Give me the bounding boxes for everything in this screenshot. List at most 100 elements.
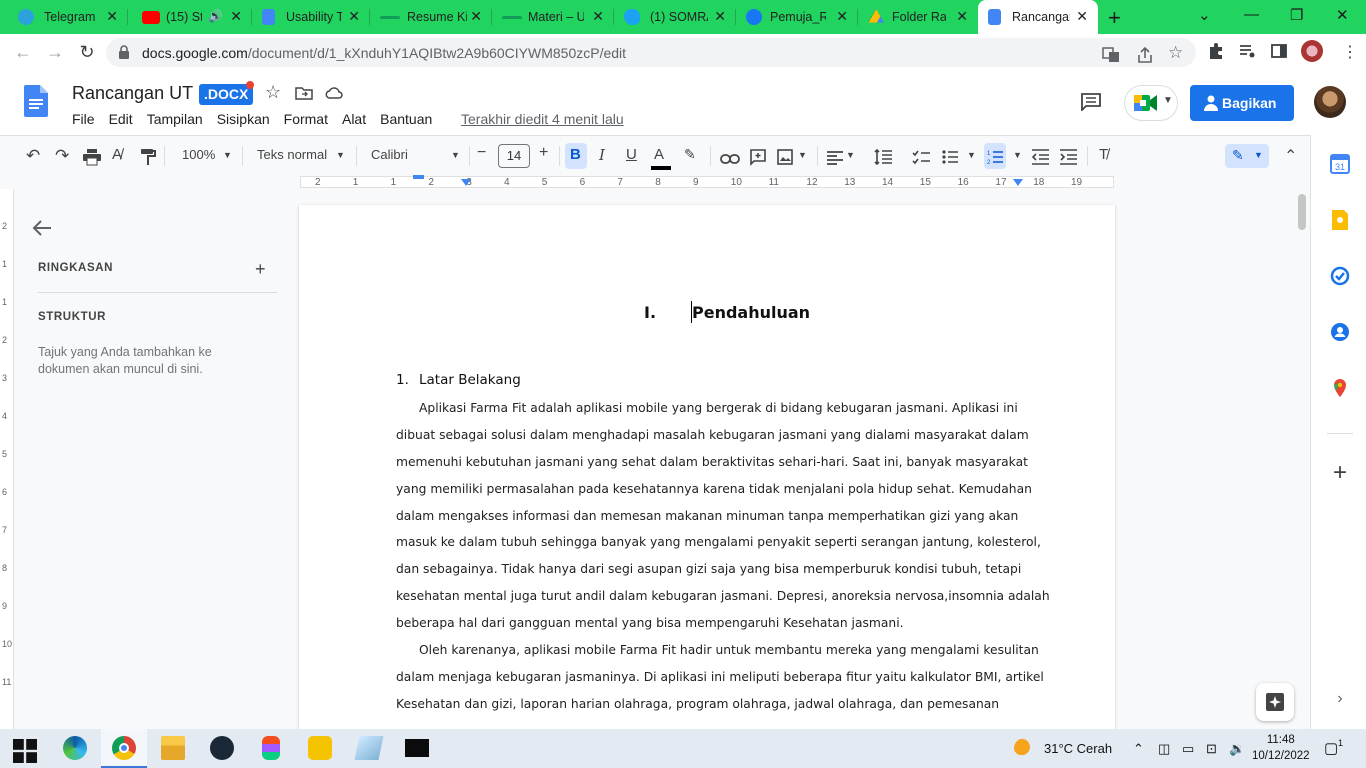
close-icon[interactable]: ✕ — [106, 8, 118, 25]
translate-icon[interactable] — [1102, 46, 1120, 64]
star-icon[interactable]: ☆ — [265, 82, 283, 102]
omnibox[interactable]: docs.google.com/document/d/1_kXnduhY1AQI… — [106, 38, 1196, 67]
document-page[interactable]: I. Pendahuluan 1. Latar Belakang Aplikas… — [299, 205, 1115, 729]
terminal-icon[interactable] — [405, 739, 429, 757]
tab-resume[interactable]: Resume Ki ✕ — [370, 0, 492, 34]
move-folder-icon[interactable] — [295, 84, 313, 102]
google-docs-logo-icon[interactable] — [24, 85, 48, 117]
chrome-icon[interactable] — [112, 736, 136, 760]
undo-icon[interactable]: ↶ — [26, 146, 40, 166]
menu-alat[interactable]: Alat — [342, 111, 366, 127]
chevron-down-icon[interactable]: ▼ — [451, 150, 460, 170]
tab-rancangan-active[interactable]: Rancangan ✕ — [978, 0, 1098, 34]
close-icon[interactable]: ✕ — [230, 8, 242, 25]
chevron-down-icon[interactable]: ▼ — [336, 150, 345, 170]
vertical-ruler[interactable]: 2 1 1 2 3 4 5 6 7 8 9 10 11 — [0, 189, 14, 729]
right-indent-marker[interactable] — [1013, 179, 1023, 186]
menu-tampilan[interactable]: Tampilan — [147, 111, 203, 127]
numbered-list-icon[interactable]: 12 — [987, 147, 1003, 167]
figma-icon[interactable] — [262, 736, 280, 760]
tab-facebook[interactable]: Pemuja_Ra ✕ — [736, 0, 858, 34]
notepad-icon[interactable] — [354, 736, 384, 760]
chevron-right-icon[interactable]: › — [1330, 690, 1350, 710]
profile-avatar[interactable] — [1301, 40, 1323, 62]
first-line-indent-marker[interactable] — [413, 175, 424, 179]
decrease-font-size-button[interactable]: − — [477, 144, 486, 164]
font-size-input[interactable]: 14 — [498, 144, 530, 168]
contacts-icon[interactable] — [1330, 322, 1350, 342]
body-paragraphs[interactable]: Aplikasi Farma Fit adalah aplikasi mobil… — [396, 395, 1050, 718]
horizontal-ruler[interactable]: 2 1 1 2 3 4 5 6 7 8 9 10 11 12 13 14 15 16 17 18 19 — [0, 175, 1310, 189]
print-icon[interactable] — [83, 147, 101, 167]
close-window-button[interactable]: ✕ — [1336, 6, 1349, 24]
windows-start-icon[interactable] — [13, 739, 37, 763]
tab-materi[interactable]: Materi – U ✕ — [492, 0, 614, 34]
chevron-down-icon[interactable]: ▼ — [798, 150, 807, 170]
link-icon[interactable] — [720, 149, 740, 169]
hide-menus-chevron-up-icon[interactable]: ⌃ — [1284, 146, 1297, 166]
explore-button[interactable] — [1256, 683, 1294, 721]
close-icon[interactable]: ✕ — [470, 8, 482, 25]
keep-icon[interactable] — [1330, 210, 1350, 230]
steam-icon[interactable] — [210, 736, 234, 760]
restore-button[interactable]: ❐ — [1290, 6, 1303, 24]
close-icon[interactable]: ✕ — [836, 8, 848, 25]
document-scrollbar-thumb[interactable] — [1298, 194, 1306, 230]
forward-arrow-icon[interactable]: → — [44, 41, 66, 63]
add-comment-icon[interactable] — [750, 147, 766, 167]
close-icon[interactable]: ✕ — [348, 8, 360, 25]
volume-icon[interactable]: 🔉 — [1229, 741, 1245, 757]
chevron-down-icon[interactable]: ▼ — [846, 150, 855, 170]
close-icon[interactable]: ✕ — [956, 8, 968, 25]
minimize-button[interactable]: — — [1244, 6, 1259, 23]
document-canvas[interactable]: I. Pendahuluan 1. Latar Belakang Aplikas… — [14, 189, 1310, 729]
spellcheck-icon[interactable]: A̸ — [112, 146, 122, 166]
audio-icon[interactable]: 🔊 — [208, 9, 223, 23]
menu-edit[interactable]: Edit — [109, 111, 133, 127]
paragraph-style-select[interactable]: Teks normal — [257, 147, 327, 167]
line-spacing-icon[interactable] — [874, 147, 892, 167]
extensions-puzzle-icon[interactable] — [1207, 42, 1225, 60]
edge-icon[interactable] — [63, 736, 87, 760]
underline-button[interactable]: U — [626, 146, 637, 166]
weather-text[interactable]: 31°C Cerah — [1044, 741, 1112, 756]
system-clock[interactable]: 11:48 10/12/2022 — [1252, 732, 1310, 764]
subheading-text[interactable]: Latar Belakang — [419, 372, 521, 388]
cloud-status-icon[interactable] — [325, 84, 343, 102]
increase-font-size-button[interactable]: + — [539, 144, 548, 164]
checklist-icon[interactable] — [912, 147, 930, 167]
font-family-select[interactable]: Calibri — [371, 147, 408, 167]
file-explorer-icon[interactable] — [161, 736, 185, 760]
menu-format[interactable]: Format — [284, 111, 328, 127]
bulleted-list-icon[interactable] — [942, 147, 958, 167]
left-indent-marker[interactable] — [461, 179, 471, 186]
editing-mode-button[interactable]: ✎ ▼ — [1225, 144, 1269, 168]
chevron-up-icon[interactable]: ⌃ — [1133, 741, 1144, 757]
tab-usability[interactable]: Usability Te ✕ — [252, 0, 370, 34]
highlight-pen-icon[interactable]: ✎ — [684, 146, 696, 166]
text-color-button[interactable]: A — [651, 146, 671, 170]
paint-format-icon[interactable] — [140, 147, 156, 167]
battery-icon[interactable]: ▭ — [1182, 741, 1194, 757]
lightshot-icon[interactable] — [308, 736, 332, 760]
share-page-icon[interactable] — [1136, 46, 1154, 64]
tab-youtube[interactable]: (15) St 🔊 ✕ — [128, 0, 252, 34]
media-queue-icon[interactable] — [1238, 42, 1256, 60]
user-avatar[interactable] — [1314, 86, 1346, 118]
meet-button[interactable]: ▼ — [1124, 85, 1178, 121]
decrease-indent-icon[interactable] — [1032, 147, 1049, 167]
italic-button[interactable]: I — [599, 146, 605, 166]
bookmark-star-icon[interactable]: ☆ — [1168, 43, 1186, 62]
menu-sisipkan[interactable]: Sisipkan — [217, 111, 270, 127]
comment-history-icon[interactable] — [1081, 93, 1101, 111]
calendar-icon[interactable]: 31 — [1330, 154, 1350, 174]
close-icon[interactable]: ✕ — [1076, 8, 1088, 25]
weather-sun-icon[interactable] — [1014, 738, 1036, 758]
close-icon[interactable]: ✕ — [592, 8, 604, 25]
side-panel-icon[interactable] — [1270, 42, 1288, 60]
clear-formatting-icon[interactable]: T̸ — [1099, 146, 1108, 166]
tab-drive[interactable]: Folder Ran ✕ — [858, 0, 978, 34]
docx-format-badge[interactable]: .DOCX — [199, 84, 254, 105]
align-left-icon[interactable] — [827, 148, 843, 168]
menu-bantuan[interactable]: Bantuan — [380, 111, 432, 127]
